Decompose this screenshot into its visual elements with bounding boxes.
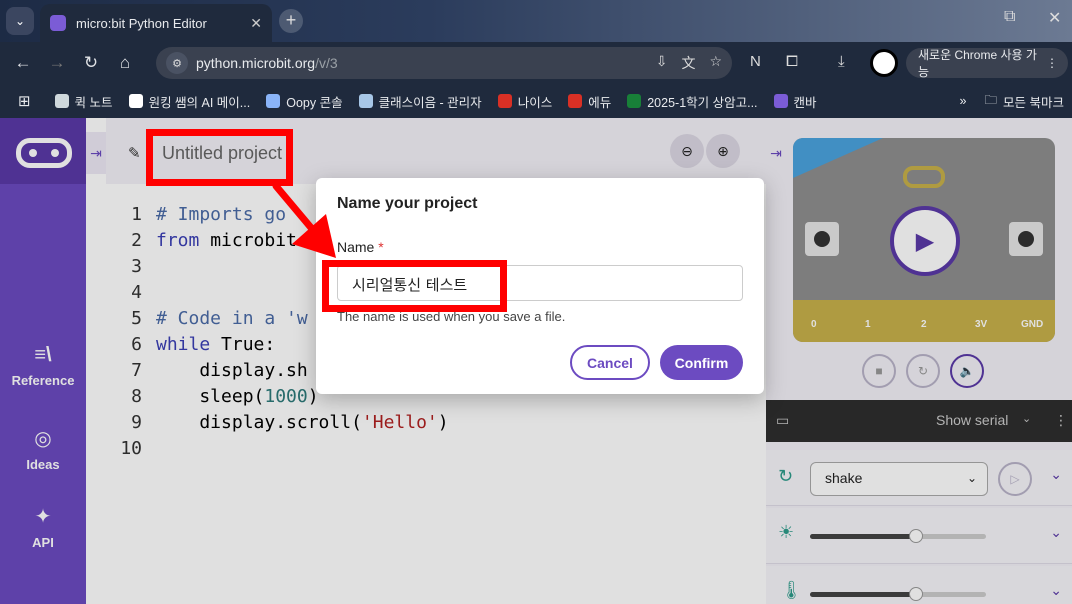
bookmark-item[interactable]: 나이스 (497, 92, 553, 111)
notion-extension-icon[interactable]: N (750, 53, 761, 70)
bookmark-item[interactable]: 캔바 (773, 92, 817, 111)
forward-icon[interactable]: → (40, 53, 74, 73)
browser-tab-bar: ⌄ micro:bit Python Editor ✕ + ⧉ ✕ (0, 0, 1072, 42)
bookmark-item[interactable]: 클래스이음 - 관리자 (358, 92, 482, 111)
profile-avatar[interactable] (870, 49, 898, 77)
all-bookmarks-label: 모든 북마크 (1003, 95, 1064, 110)
folder-icon: 🗀 (984, 92, 998, 107)
annotation-box-project-name (146, 129, 293, 186)
confirm-button[interactable]: Confirm (660, 345, 743, 380)
bookmark-favicon-icon (54, 94, 69, 108)
microbit-favicon-icon (50, 15, 66, 31)
bookmark-favicon-icon (128, 94, 143, 108)
bookmark-star-icon[interactable]: ☆ (709, 53, 722, 73)
restore-window-icon[interactable]: ⧉ (1004, 8, 1015, 26)
bookmark-favicon-icon (358, 94, 373, 108)
bookmark-item[interactable]: 에듀 (568, 92, 611, 111)
bookmark-item[interactable]: 2025-1학기 상암고... (627, 92, 758, 111)
browser-toolbar: ← → ↻ ⌂ ⚙ python.microbit.org/v/3 ⇩ 文 ☆ … (0, 42, 1072, 84)
bookmark-favicon-icon (266, 94, 281, 108)
annotation-box-name-input (322, 260, 507, 312)
download-icon[interactable]: ⤓ (838, 53, 845, 70)
cancel-button[interactable]: Cancel (570, 345, 650, 380)
home-icon[interactable]: ⌂ (108, 53, 142, 73)
close-tab-icon[interactable]: ✕ (250, 15, 262, 32)
url-host: python.microbit.org (196, 55, 316, 71)
bookmarks-bar: ⊞ 퀵 노트 원킹 쌤의 AI 메이... Oopy 콘솔 클래스이음 - 관리자 나이… (0, 84, 1072, 118)
tab-title: micro:bit Python Editor (76, 15, 207, 31)
bookmark-item[interactable]: 퀵 노트 (54, 92, 113, 111)
back-icon[interactable]: ← (6, 53, 40, 73)
new-tab-button[interactable]: + (279, 9, 303, 33)
translate-icon[interactable]: 文 (681, 53, 695, 73)
bookmark-label: Oopy 콘솔 (286, 95, 343, 110)
bookmark-item[interactable]: Oopy 콘솔 (266, 92, 343, 111)
tab-search-button[interactable]: ⌄ (6, 7, 34, 35)
bookmark-label: 에듀 (588, 95, 612, 110)
more-bookmarks-icon[interactable]: » (960, 94, 967, 108)
all-bookmarks-folder[interactable]: 🗀 모든 북마크 (985, 91, 1065, 112)
bookmark-label: 원킹 쌤의 AI 메이... (148, 95, 251, 110)
bookmark-favicon-icon (497, 94, 512, 108)
bookmark-item[interactable]: 원킹 쌤의 AI 메이... (128, 92, 251, 111)
bookmark-label: 캔바 (793, 95, 817, 110)
chrome-update-chip[interactable]: 새로운 Chrome 사용 가능 ⋮ (906, 48, 1068, 79)
browser-tab[interactable]: micro:bit Python Editor ✕ (40, 4, 272, 42)
dialog-title: Name your project (337, 195, 478, 212)
bookmark-favicon-icon (568, 94, 583, 108)
bookmark-label: 2025-1학기 상암고... (647, 95, 758, 110)
bookmark-label: 클래스이음 - 관리자 (378, 95, 482, 110)
reload-icon[interactable]: ↻ (74, 53, 108, 73)
name-field-label: Name * (337, 239, 384, 255)
apps-grid-icon[interactable]: ⊞ (18, 92, 31, 110)
install-app-icon[interactable]: ⇩ (656, 53, 668, 73)
url-path: /v/3 (315, 55, 338, 71)
kebab-menu-icon[interactable]: ⋮ (1046, 56, 1058, 70)
bookmark-label: 나이스 (517, 95, 553, 110)
bookmark-label: 퀵 노트 (74, 95, 113, 110)
update-chip-label: 새로운 Chrome 사용 가능 (918, 48, 1037, 79)
address-bar[interactable]: ⚙ python.microbit.org/v/3 ⇩ 文 ☆ (156, 47, 732, 79)
close-window-icon[interactable]: ✕ (1048, 8, 1061, 28)
bookmark-favicon-icon (773, 94, 788, 108)
site-info-icon[interactable]: ⚙ (166, 52, 188, 74)
bookmark-favicon-icon (627, 94, 642, 108)
extensions-icon[interactable]: ⧠ (786, 53, 798, 70)
